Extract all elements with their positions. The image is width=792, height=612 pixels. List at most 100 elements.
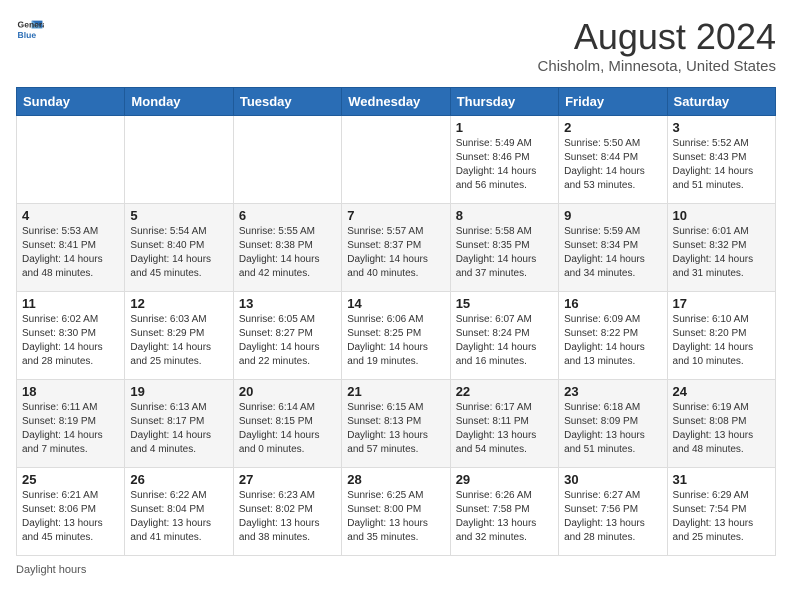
day-info: Sunrise: 5:58 AM Sunset: 8:35 PM Dayligh…: [456, 225, 553, 281]
calendar-day-cell: [342, 116, 450, 204]
day-number: 18: [22, 384, 119, 399]
calendar-day-cell: 15 Sunrise: 6:07 AM Sunset: 8:24 PM Dayli…: [450, 292, 558, 380]
day-number: 4: [22, 208, 119, 223]
page-header: General Blue August 2024 Chisholm, Minne…: [16, 16, 776, 75]
main-title: August 2024: [538, 16, 776, 58]
day-info: Sunrise: 6:13 AM Sunset: 8:17 PM Dayligh…: [130, 401, 227, 457]
calendar-day-cell: 21 Sunrise: 6:15 AM Sunset: 8:13 PM Dayli…: [342, 380, 450, 468]
calendar-week-row: 18 Sunrise: 6:11 AM Sunset: 8:19 PM Dayli…: [17, 380, 776, 468]
day-number: 16: [564, 296, 661, 311]
day-number: 27: [239, 472, 336, 487]
day-info: Sunrise: 6:03 AM Sunset: 8:29 PM Dayligh…: [130, 313, 227, 369]
svg-text:General: General: [18, 20, 44, 30]
day-number: 10: [673, 208, 770, 223]
day-number: 9: [564, 208, 661, 223]
calendar-day-cell: 28 Sunrise: 6:25 AM Sunset: 8:00 PM Dayli…: [342, 468, 450, 556]
day-info: Sunrise: 5:53 AM Sunset: 8:41 PM Dayligh…: [22, 225, 119, 281]
day-number: 23: [564, 384, 661, 399]
calendar-day-cell: 13Sunrise: 6:05 AM Sunset: 8:27 PM Dayli…: [233, 292, 341, 380]
calendar-day-cell: 25 Sunrise: 6:21 AM Sunset: 8:06 PM Dayli…: [17, 468, 125, 556]
day-number: 28: [347, 472, 444, 487]
svg-text:Blue: Blue: [18, 30, 37, 40]
calendar-day-cell: 20 Sunrise: 6:14 AM Sunset: 8:15 PM Dayli…: [233, 380, 341, 468]
day-number: 6: [239, 208, 336, 223]
calendar-header-cell: Tuesday: [233, 88, 341, 116]
calendar-day-cell: 6 Sunrise: 5:55 AM Sunset: 8:38 PM Daylig…: [233, 204, 341, 292]
calendar-day-cell: 1 Sunrise: 5:49 AM Sunset: 8:46 PM Daylig…: [450, 116, 558, 204]
day-info: Sunrise: 6:17 AM Sunset: 8:11 PM Dayligh…: [456, 401, 553, 457]
day-info: Sunrise: 6:26 AM Sunset: 7:58 PM Dayligh…: [456, 489, 553, 545]
calendar-header-cell: Sunday: [17, 88, 125, 116]
day-info: Sunrise: 6:22 AM Sunset: 8:04 PM Dayligh…: [130, 489, 227, 545]
calendar-header-cell: Monday: [125, 88, 233, 116]
calendar-header-cell: Friday: [559, 88, 667, 116]
day-info: Sunrise: 5:55 AM Sunset: 8:38 PM Dayligh…: [239, 225, 336, 281]
day-number: 25: [22, 472, 119, 487]
day-number: 11: [22, 296, 119, 311]
day-info: Sunrise: 6:29 AM Sunset: 7:54 PM Dayligh…: [673, 489, 770, 545]
day-info: Sunrise: 6:27 AM Sunset: 7:56 PM Dayligh…: [564, 489, 661, 545]
calendar-table: SundayMondayTuesdayWednesdayThursdayFrid…: [16, 87, 776, 556]
calendar-day-cell: 26 Sunrise: 6:22 AM Sunset: 8:04 PM Dayli…: [125, 468, 233, 556]
calendar-day-cell: 10Sunrise: 6:01 AM Sunset: 8:32 PM Dayli…: [667, 204, 775, 292]
day-info: Sunrise: 6:25 AM Sunset: 8:00 PM Dayligh…: [347, 489, 444, 545]
day-number: 3: [673, 120, 770, 135]
day-number: 24: [673, 384, 770, 399]
calendar-day-cell: 5 Sunrise: 5:54 AM Sunset: 8:40 PM Daylig…: [125, 204, 233, 292]
day-number: 12: [130, 296, 227, 311]
calendar-header-cell: Saturday: [667, 88, 775, 116]
calendar-day-cell: 30Sunrise: 6:27 AM Sunset: 7:56 PM Dayli…: [559, 468, 667, 556]
day-info: Sunrise: 6:07 AM Sunset: 8:24 PM Dayligh…: [456, 313, 553, 369]
logo-icon: General Blue: [16, 16, 44, 44]
day-info: Sunrise: 6:21 AM Sunset: 8:06 PM Dayligh…: [22, 489, 119, 545]
day-info: Sunrise: 6:15 AM Sunset: 8:13 PM Dayligh…: [347, 401, 444, 457]
day-number: 22: [456, 384, 553, 399]
day-number: 2: [564, 120, 661, 135]
day-info: Sunrise: 6:14 AM Sunset: 8:15 PM Dayligh…: [239, 401, 336, 457]
day-info: Sunrise: 5:50 AM Sunset: 8:44 PM Dayligh…: [564, 137, 661, 193]
calendar-day-cell: 27Sunrise: 6:23 AM Sunset: 8:02 PM Dayli…: [233, 468, 341, 556]
day-info: Sunrise: 6:18 AM Sunset: 8:09 PM Dayligh…: [564, 401, 661, 457]
calendar-day-cell: 8 Sunrise: 5:58 AM Sunset: 8:35 PM Daylig…: [450, 204, 558, 292]
day-info: Sunrise: 6:10 AM Sunset: 8:20 PM Dayligh…: [673, 313, 770, 369]
calendar-day-cell: 19Sunrise: 6:13 AM Sunset: 8:17 PM Dayli…: [125, 380, 233, 468]
day-number: 15: [456, 296, 553, 311]
calendar-day-cell: 24 Sunrise: 6:19 AM Sunset: 8:08 PM Dayli…: [667, 380, 775, 468]
day-number: 26: [130, 472, 227, 487]
calendar-day-cell: 23 Sunrise: 6:18 AM Sunset: 8:09 PM Dayli…: [559, 380, 667, 468]
day-info: Sunrise: 5:54 AM Sunset: 8:40 PM Dayligh…: [130, 225, 227, 281]
subtitle: Chisholm, Minnesota, United States: [538, 58, 776, 75]
day-number: 13: [239, 296, 336, 311]
calendar-header-cell: Wednesday: [342, 88, 450, 116]
calendar-week-row: 4 Sunrise: 5:53 AM Sunset: 8:41 PM Daylig…: [17, 204, 776, 292]
calendar-day-cell: 7 Sunrise: 5:57 AM Sunset: 8:37 PM Daylig…: [342, 204, 450, 292]
footer-note: Daylight hours: [16, 564, 776, 576]
day-number: 7: [347, 208, 444, 223]
day-number: 1: [456, 120, 553, 135]
day-number: 20: [239, 384, 336, 399]
day-info: Sunrise: 6:19 AM Sunset: 8:08 PM Dayligh…: [673, 401, 770, 457]
day-number: 21: [347, 384, 444, 399]
calendar-day-cell: 18 Sunrise: 6:11 AM Sunset: 8:19 PM Dayli…: [17, 380, 125, 468]
day-number: 31: [673, 472, 770, 487]
day-info: Sunrise: 5:49 AM Sunset: 8:46 PM Dayligh…: [456, 137, 553, 193]
day-info: Sunrise: 6:02 AM Sunset: 8:30 PM Dayligh…: [22, 313, 119, 369]
day-number: 29: [456, 472, 553, 487]
calendar-day-cell: 4 Sunrise: 5:53 AM Sunset: 8:41 PM Daylig…: [17, 204, 125, 292]
day-number: 8: [456, 208, 553, 223]
calendar-day-cell: [233, 116, 341, 204]
day-info: Sunrise: 6:06 AM Sunset: 8:25 PM Dayligh…: [347, 313, 444, 369]
calendar-day-cell: 29 Sunrise: 6:26 AM Sunset: 7:58 PM Dayli…: [450, 468, 558, 556]
calendar-day-cell: 9Sunrise: 5:59 AM Sunset: 8:34 PM Daylig…: [559, 204, 667, 292]
calendar-day-cell: 31 Sunrise: 6:29 AM Sunset: 7:54 PM Dayli…: [667, 468, 775, 556]
calendar-week-row: 1 Sunrise: 5:49 AM Sunset: 8:46 PM Daylig…: [17, 116, 776, 204]
day-info: Sunrise: 5:57 AM Sunset: 8:37 PM Dayligh…: [347, 225, 444, 281]
calendar-day-cell: 2 Sunrise: 5:50 AM Sunset: 8:44 PM Daylig…: [559, 116, 667, 204]
calendar-day-cell: 11 Sunrise: 6:02 AM Sunset: 8:30 PM Dayli…: [17, 292, 125, 380]
day-info: Sunrise: 6:09 AM Sunset: 8:22 PM Dayligh…: [564, 313, 661, 369]
calendar-day-cell: 3Sunrise: 5:52 AM Sunset: 8:43 PM Daylig…: [667, 116, 775, 204]
day-info: Sunrise: 6:11 AM Sunset: 8:19 PM Dayligh…: [22, 401, 119, 457]
calendar-week-row: 11 Sunrise: 6:02 AM Sunset: 8:30 PM Dayli…: [17, 292, 776, 380]
title-block: August 2024 Chisholm, Minnesota, United …: [538, 16, 776, 75]
day-number: 5: [130, 208, 227, 223]
